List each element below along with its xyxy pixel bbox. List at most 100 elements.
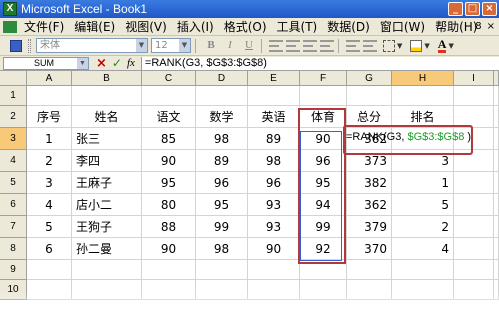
cell[interactable] [300,280,347,300]
cell[interactable] [142,260,196,280]
header-cell-total[interactable]: 总分 [347,106,392,128]
cell-index[interactable]: 4 [27,194,72,216]
cell-index[interactable]: 5 [27,216,72,238]
select-all-corner[interactable] [0,71,27,86]
borders-icon[interactable] [383,39,395,52]
cell-pe[interactable]: 90 [300,128,347,150]
cell-rank[interactable]: 1 [392,172,454,194]
insert-function-icon[interactable]: fx [127,57,135,69]
cell-index[interactable]: 2 [27,150,72,172]
cell-name[interactable]: 店小二 [72,194,142,216]
minimize-button[interactable]: _ [448,2,463,16]
cell-name[interactable]: 王狗子 [72,216,142,238]
menu-window[interactable]: 窗口(W) [375,18,430,35]
column-header-f[interactable]: F [300,71,347,86]
workbook-restore-button[interactable]: 8 [475,21,481,32]
close-button[interactable]: × [482,2,497,16]
header-cell-index[interactable]: 序号 [27,106,72,128]
cell[interactable] [494,238,499,260]
column-header-d[interactable]: D [196,71,248,86]
cell[interactable] [494,280,499,300]
menu-tools[interactable]: 工具(T) [272,18,323,35]
chevron-down-icon[interactable]: ▼ [179,39,190,52]
header-cell-pe[interactable]: 体育 [300,106,347,128]
cell[interactable] [494,128,499,150]
cell[interactable] [494,194,499,216]
cell-math[interactable]: 89 [196,150,248,172]
header-cell-chinese[interactable]: 语文 [142,106,196,128]
cell-index[interactable]: 3 [27,172,72,194]
cell-total[interactable]: 373 [347,150,392,172]
cell-pe[interactable]: 96 [300,150,347,172]
cell-total[interactable]: 382 [347,172,392,194]
underline-button[interactable]: U [241,38,257,53]
cell[interactable] [454,86,494,106]
workbook-minimize-button[interactable]: - [467,21,471,32]
cell-math[interactable]: 98 [196,238,248,260]
cell[interactable] [27,86,72,106]
cell[interactable] [494,216,499,238]
cell[interactable] [72,260,142,280]
cell-math[interactable]: 95 [196,194,248,216]
percent-style-icon[interactable] [346,39,360,52]
column-header-b[interactable]: B [72,71,142,86]
fill-color-icon[interactable] [410,39,423,52]
cell[interactable] [454,216,494,238]
row-header[interactable]: 8 [0,238,27,260]
cell[interactable] [494,106,499,128]
cell-math[interactable]: 99 [196,216,248,238]
cell-rank[interactable]: 3 [392,150,454,172]
cell-math[interactable]: 98 [196,128,248,150]
cell[interactable] [300,86,347,106]
align-right-icon[interactable] [303,39,317,52]
align-left-icon[interactable] [269,39,283,52]
cell[interactable] [494,172,499,194]
cell[interactable] [196,86,248,106]
cell[interactable] [454,150,494,172]
cell-chinese[interactable]: 85 [142,128,196,150]
maximize-button[interactable]: □ [465,2,480,16]
cell[interactable] [347,260,392,280]
merge-center-icon[interactable] [320,39,334,52]
menu-data[interactable]: 数据(D) [322,18,375,35]
cell[interactable] [27,260,72,280]
cell-chinese[interactable]: 90 [142,150,196,172]
cell-pe[interactable]: 99 [300,216,347,238]
formula-input[interactable]: =RANK(G3, $G$3:$G$8) [140,56,499,70]
cell-rank[interactable]: 2 [392,216,454,238]
cell-english[interactable]: 93 [248,194,300,216]
row-header[interactable]: 6 [0,194,27,216]
cell[interactable] [196,280,248,300]
cell[interactable] [347,280,392,300]
cell[interactable] [392,86,454,106]
column-header-g[interactable]: G [347,71,392,86]
chevron-down-icon[interactable]: ▼ [424,42,429,50]
cell-total[interactable]: 379 [347,216,392,238]
menu-view[interactable]: 视图(V) [120,18,172,35]
header-cell-name[interactable]: 姓名 [72,106,142,128]
toolbar-grip[interactable] [28,38,31,53]
cell[interactable] [494,150,499,172]
cell-name[interactable]: 李四 [72,150,142,172]
column-header-i[interactable]: I [454,71,494,86]
column-header-a[interactable]: A [27,71,72,86]
cell-math[interactable]: 96 [196,172,248,194]
cell-english[interactable]: 90 [248,238,300,260]
font-name-select[interactable]: 宋体 ▼ [36,38,148,53]
header-cell-english[interactable]: 英语 [248,106,300,128]
chevron-down-icon[interactable]: ▼ [448,42,453,50]
column-header-h[interactable]: H [392,71,454,86]
align-center-icon[interactable] [286,39,300,52]
cell[interactable] [454,106,494,128]
name-box[interactable]: SUM ▼ [3,56,89,70]
cell[interactable] [248,280,300,300]
cell-rank[interactable]: 4 [392,238,454,260]
row-header[interactable]: 1 [0,86,27,106]
cell[interactable] [454,238,494,260]
cell-english[interactable]: 98 [248,150,300,172]
cell-chinese[interactable]: 88 [142,216,196,238]
cell[interactable] [392,280,454,300]
row-header[interactable]: 5 [0,172,27,194]
row-header[interactable]: 4 [0,150,27,172]
cell-rank[interactable]: 5 [392,194,454,216]
